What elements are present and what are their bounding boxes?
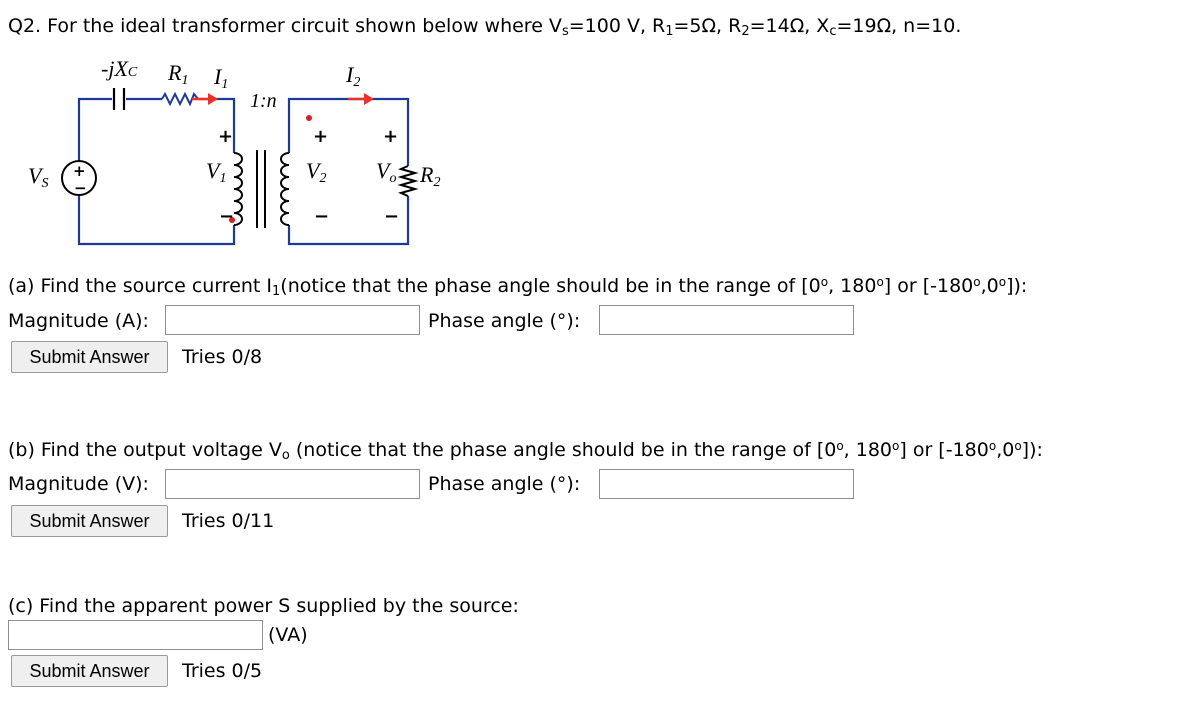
turns-ratio-label: 1:n <box>250 90 277 112</box>
question-text-part: Q2. For the ideal transformer circuit sh… <box>8 15 562 37</box>
part-a-submit-button[interactable]: Submit Answer <box>11 341 168 373</box>
part-b-prompt: (b) Find the output voltage Vo (notice t… <box>8 438 1043 462</box>
part-a-phase-input[interactable] <box>599 305 854 335</box>
part-a-prompt: (a) Find the source current I1(notice th… <box>8 274 1027 298</box>
question-text-sub: s <box>561 24 569 39</box>
part-b-prompt-part: ,0 <box>996 439 1015 461</box>
vo-label-sub: o <box>389 171 396 186</box>
i1-label: I1 <box>213 64 228 92</box>
question-text-part: =100 V, R <box>568 15 666 37</box>
transformer-circuit-diagram: -jXC R1 I1 1:n I2 VS V1 V2 Vo R2 + − + −… <box>28 56 440 246</box>
question-text-sub: 1 <box>665 24 674 39</box>
resistor-r2-symbol <box>397 165 419 197</box>
part-a-phase-label: Phase angle (°): <box>428 310 581 332</box>
i1-label-sub: 1 <box>221 77 228 92</box>
r1-label: R1 <box>167 60 188 88</box>
transformer-core-icon <box>256 150 266 228</box>
question-text-sub: 2 <box>741 24 750 39</box>
i2-label: I2 <box>345 62 360 90</box>
circuit-wires <box>77 97 410 246</box>
v1-label: V1 <box>206 158 226 186</box>
part-a-prompt-sup: o <box>876 275 884 289</box>
part-b-submit-button[interactable]: Submit Answer <box>11 505 168 537</box>
primary-coil-icon <box>233 152 243 226</box>
vs-label: VS <box>28 163 48 191</box>
part-a-prompt-part: (notice that the phase angle should be i… <box>280 275 821 297</box>
xc-label: -jXC <box>101 56 138 81</box>
v2-label-sub: 2 <box>319 171 326 186</box>
part-b-prompt-part: , 180 <box>843 439 893 461</box>
r1-label-text: R <box>167 60 182 85</box>
part-b-prompt-part: (notice that the phase angle should be i… <box>289 439 837 461</box>
part-b-tries-counter: Tries 0/11 <box>182 510 275 532</box>
part-a-prompt-part: ,0 <box>980 275 999 297</box>
vo-plus-sign: + <box>383 126 398 147</box>
v1-label-sub: 1 <box>219 171 226 186</box>
part-c-tries-counter: Tries 0/5 <box>182 660 263 682</box>
part-a-prompt-sup: o <box>973 275 981 289</box>
part-a-magnitude-input[interactable] <box>165 305 420 335</box>
vo-label: Vo <box>376 158 396 186</box>
i2-label-sub: 2 <box>353 75 360 90</box>
part-a-prompt-part: ]): <box>1006 275 1028 297</box>
part-c-apparent-power-input[interactable] <box>8 620 263 650</box>
part-a-tries-counter: Tries 0/8 <box>182 346 263 368</box>
source-minus-sign: − <box>74 179 87 197</box>
part-c-submit-button[interactable]: Submit Answer <box>11 655 168 687</box>
question-text-part: =14Ω, X <box>749 15 830 37</box>
part-a-prompt-part: (a) Find the source current I <box>8 275 273 297</box>
current-i2-arrow <box>348 93 374 105</box>
part-b-magnitude-input[interactable] <box>165 469 420 499</box>
part-c-prompt: (c) Find the apparent power S supplied b… <box>8 595 519 617</box>
question-text: Q2. For the ideal transformer circuit sh… <box>8 14 961 38</box>
capacitor-symbol <box>112 88 126 110</box>
part-b-magnitude-label: Magnitude (V): <box>8 473 149 495</box>
v2-minus-sign: − <box>314 206 329 227</box>
xc-label-text: -jX <box>101 56 129 81</box>
secondary-coil-icon <box>280 152 290 226</box>
v2-plus-sign: + <box>313 126 328 147</box>
v1-plus-sign: + <box>218 126 233 147</box>
part-c-unit-label: (VA) <box>268 624 308 646</box>
part-b-phase-label: Phase angle (°): <box>428 473 581 495</box>
vs-label-sub: S <box>41 176 48 191</box>
part-a-prompt-sup: o <box>998 275 1007 289</box>
part-a-prompt-sup: o <box>820 275 829 289</box>
part-b-prompt-sup: o <box>1014 439 1022 453</box>
source-plus-sign: + <box>73 162 86 180</box>
v1-minus-sign: − <box>219 206 234 227</box>
part-b-prompt-part: (b) Find the output voltage V <box>8 439 282 461</box>
part-b-phase-input[interactable] <box>599 469 854 499</box>
v2-label: V2 <box>306 158 326 186</box>
r1-label-sub: 1 <box>181 73 188 88</box>
secondary-polarity-dot <box>306 115 312 121</box>
part-a-magnitude-label: Magnitude (A): <box>8 310 149 332</box>
primary-wire-bottom <box>77 194 236 246</box>
primary-wire-top <box>77 97 112 162</box>
question-text-part: =5Ω, R <box>673 15 742 37</box>
r2-label-text: R <box>419 162 434 187</box>
xc-label-sub: C <box>128 65 138 80</box>
part-a-prompt-part: , 180 <box>828 275 877 297</box>
part-b-prompt-part: ]): <box>1021 439 1043 461</box>
part-b-prompt-part: ] or [-180 <box>899 439 989 461</box>
vo-minus-sign: − <box>384 206 399 227</box>
part-b-prompt-sup: o <box>836 439 844 453</box>
r2-label: R2 <box>419 162 440 190</box>
part-a-prompt-part: ] or [-180 <box>883 275 974 297</box>
question-text-part: =19Ω, n=10. <box>836 15 962 37</box>
part-b-prompt-sub: o <box>281 448 290 463</box>
r2-label-sub: 2 <box>433 175 440 190</box>
